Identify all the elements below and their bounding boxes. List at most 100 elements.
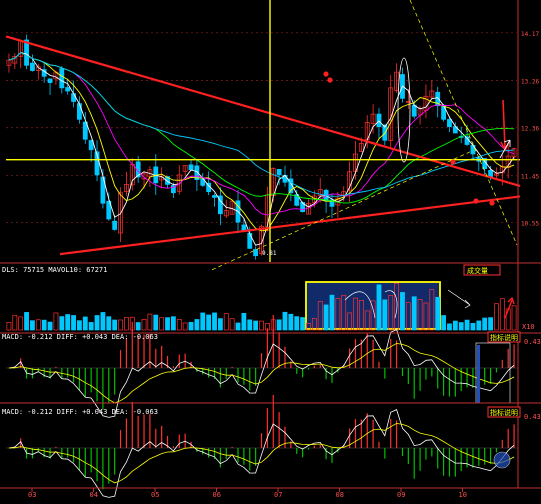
candle-body	[276, 168, 282, 176]
volume-axis-label: X10	[522, 323, 535, 331]
low-price-label: 9.81	[262, 250, 277, 257]
month-label: 05	[151, 491, 159, 499]
volume-bar	[188, 321, 194, 331]
macd2-highlight-circle	[493, 451, 511, 469]
volume-bar	[41, 319, 47, 331]
volume-bar	[212, 312, 217, 331]
volume-bar	[118, 319, 123, 331]
month-label: 03	[28, 491, 36, 499]
volume-bar	[476, 320, 482, 331]
volume-bar	[323, 304, 329, 331]
volume-bar	[470, 322, 476, 331]
volume-bar	[494, 303, 499, 331]
volume-bar	[176, 319, 182, 331]
grid-layer	[6, 32, 517, 224]
macd2-header: MACD: -0.212 DIFF: +0.043 DEA: -0.063	[2, 408, 158, 416]
volume-bar	[100, 312, 106, 331]
month-label: 08	[336, 491, 344, 499]
highlight-ellipse	[397, 57, 411, 163]
volume-bar	[6, 322, 12, 331]
volume-bar	[53, 312, 59, 331]
candle-body	[65, 87, 71, 92]
volume-bar	[182, 322, 188, 331]
ma5-line	[8, 51, 515, 246]
volume-bar	[65, 314, 71, 331]
volume-bar	[282, 311, 288, 331]
candle-body	[59, 68, 65, 89]
volume-bar	[217, 318, 223, 331]
volume-bar	[153, 314, 159, 331]
candle-body	[247, 232, 253, 249]
month-label: 06	[213, 491, 221, 499]
volume-bar	[411, 296, 417, 331]
price-panel	[5, 0, 521, 271]
volume-bar	[294, 316, 300, 331]
volume-bar	[241, 312, 247, 331]
volume-bar	[376, 284, 382, 331]
volume-panel	[6, 281, 517, 331]
volume-bar	[441, 315, 446, 331]
marker-dot	[473, 198, 479, 204]
marker-dot	[489, 200, 495, 206]
volume-bar	[88, 322, 94, 331]
volume-bar	[47, 321, 53, 331]
macd1-dea-line	[8, 342, 515, 404]
candle-body	[71, 93, 76, 102]
volume-bar	[253, 320, 259, 331]
volume-bar	[135, 322, 141, 331]
candle-body	[253, 249, 259, 257]
candle-body	[376, 113, 382, 128]
candle-body	[411, 104, 417, 117]
volume-bar	[77, 320, 82, 331]
support-trendline	[59, 195, 521, 256]
candle-body	[212, 195, 217, 198]
candle-body	[30, 62, 35, 71]
month-label: 07	[274, 491, 282, 499]
macd1-axis-label: 0.43	[524, 338, 541, 346]
macd2-dea-line	[8, 422, 515, 484]
volume-bar	[141, 318, 147, 331]
volume-bar	[229, 318, 235, 331]
volume-bar	[435, 296, 441, 331]
macd2-axis-label: 0.43	[524, 413, 541, 421]
volume-bar	[194, 319, 200, 331]
volume-bar	[82, 316, 88, 331]
volume-bar	[288, 313, 294, 331]
volume-up-arrow	[504, 296, 515, 319]
volume-badge[interactable]: 成交量	[467, 266, 488, 275]
volume-bar	[59, 316, 65, 331]
price-tick-label: 12.36	[521, 126, 539, 133]
macd1-header: MACD: -0.212 DIFF: +0.043 DEA: -0.063	[2, 333, 158, 341]
volume-bar	[235, 322, 241, 331]
volume-bar	[159, 317, 165, 331]
macd2-badge[interactable]: 指标说明	[490, 408, 518, 417]
ma10-line	[8, 51, 515, 232]
volume-bar	[276, 319, 282, 331]
volume-bar	[35, 319, 41, 331]
volume-bar	[18, 316, 24, 331]
marker-dot	[327, 77, 333, 83]
month-label: 09	[397, 491, 405, 499]
volume-bar	[112, 319, 118, 331]
volume-bar	[106, 316, 112, 331]
volume-header: DLS: 75715 MAVOL10: 67271	[2, 266, 107, 274]
candle-body	[77, 103, 82, 120]
volume-bar	[329, 294, 335, 331]
volume-bar	[170, 316, 176, 331]
volume-bar	[206, 314, 212, 331]
down-arrow	[500, 99, 510, 152]
volume-bar	[223, 313, 229, 331]
chart-canvas: 14.17 13.26 12.36 11.45 10.55 03 04 05 06 07 08 09 1…	[0, 0, 541, 499]
dashed-support-line	[211, 151, 471, 271]
stock-chart: 14.17 13.26 12.36 11.45 10.55 03 04 05 06 07 08 09 1…	[0, 0, 541, 500]
volume-bar	[247, 319, 253, 331]
volume-bar	[24, 312, 29, 331]
volume-bar	[482, 317, 488, 331]
volume-bar	[71, 315, 76, 331]
candle-body	[47, 78, 53, 83]
volume-bar	[94, 315, 100, 331]
volume-bar	[499, 298, 505, 331]
volume-annotation-arrow	[447, 289, 471, 309]
volume-bar	[124, 316, 129, 331]
macd1-badge[interactable]: 指标说明	[490, 333, 518, 342]
